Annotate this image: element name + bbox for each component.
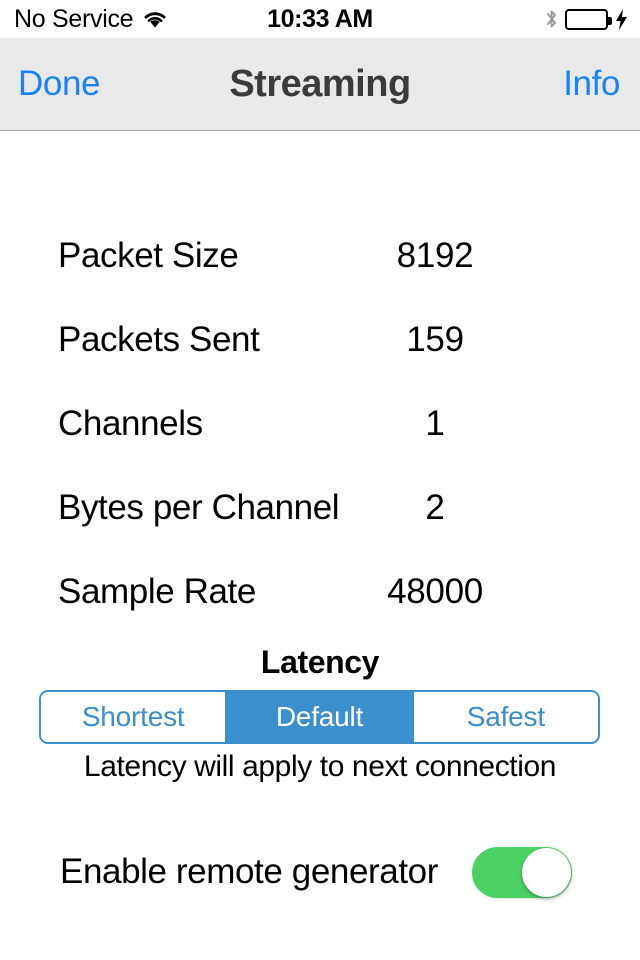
stat-label: Sample Rate bbox=[58, 572, 256, 611]
stat-value: 2 bbox=[425, 488, 445, 527]
table-row: Bytes per Channel 2 bbox=[0, 466, 640, 550]
stat-value: 1 bbox=[425, 404, 445, 443]
stat-label: Packets Sent bbox=[58, 320, 260, 359]
stat-value: 48000 bbox=[387, 572, 483, 611]
segment-shortest[interactable]: Shortest bbox=[41, 692, 228, 742]
stat-label: Packet Size bbox=[58, 236, 239, 275]
table-row: Packets Sent 159 bbox=[0, 298, 640, 382]
stat-label: Channels bbox=[58, 404, 203, 443]
table-row: Channels 1 bbox=[0, 382, 640, 466]
table-row: Sample Rate 48000 bbox=[0, 550, 640, 634]
stat-label: Bytes per Channel bbox=[58, 488, 340, 527]
switch-knob bbox=[522, 848, 571, 897]
segment-safest[interactable]: Safest bbox=[413, 692, 598, 742]
remote-generator-switch[interactable] bbox=[472, 847, 572, 898]
info-button[interactable]: Info bbox=[563, 38, 620, 130]
clock-label: 10:33 AM bbox=[267, 4, 373, 33]
latency-segmented-control[interactable]: Shortest Default Safest bbox=[39, 690, 600, 744]
segment-default[interactable]: Default bbox=[227, 692, 414, 742]
app-screen: No Service 10:33 AM Done Streaming Info … bbox=[0, 0, 640, 960]
table-row: Packet Size 8192 bbox=[0, 214, 640, 298]
bluetooth-icon bbox=[545, 8, 558, 30]
remote-generator-row: Enable remote generator bbox=[0, 832, 640, 912]
status-bar: No Service 10:33 AM bbox=[0, 0, 640, 38]
navigation-bar: Done Streaming Info bbox=[0, 38, 640, 131]
status-bar-right bbox=[545, 0, 628, 38]
latency-footer-text: Latency will apply to next connection bbox=[83, 750, 557, 783]
latency-section-title: Latency bbox=[260, 644, 380, 680]
battery-icon bbox=[565, 8, 612, 30]
remote-generator-label: Enable remote generator bbox=[60, 852, 438, 891]
page-title: Streaming bbox=[229, 62, 411, 105]
status-bar-center: 10:33 AM bbox=[0, 0, 640, 38]
lightning-bolt-icon bbox=[615, 8, 628, 30]
content-area: Packet Size 8192 Packets Sent 159 Channe… bbox=[0, 132, 640, 960]
stat-value: 8192 bbox=[396, 236, 474, 275]
streaming-stats-list: Packet Size 8192 Packets Sent 159 Channe… bbox=[0, 214, 640, 634]
stat-value: 159 bbox=[406, 320, 464, 359]
